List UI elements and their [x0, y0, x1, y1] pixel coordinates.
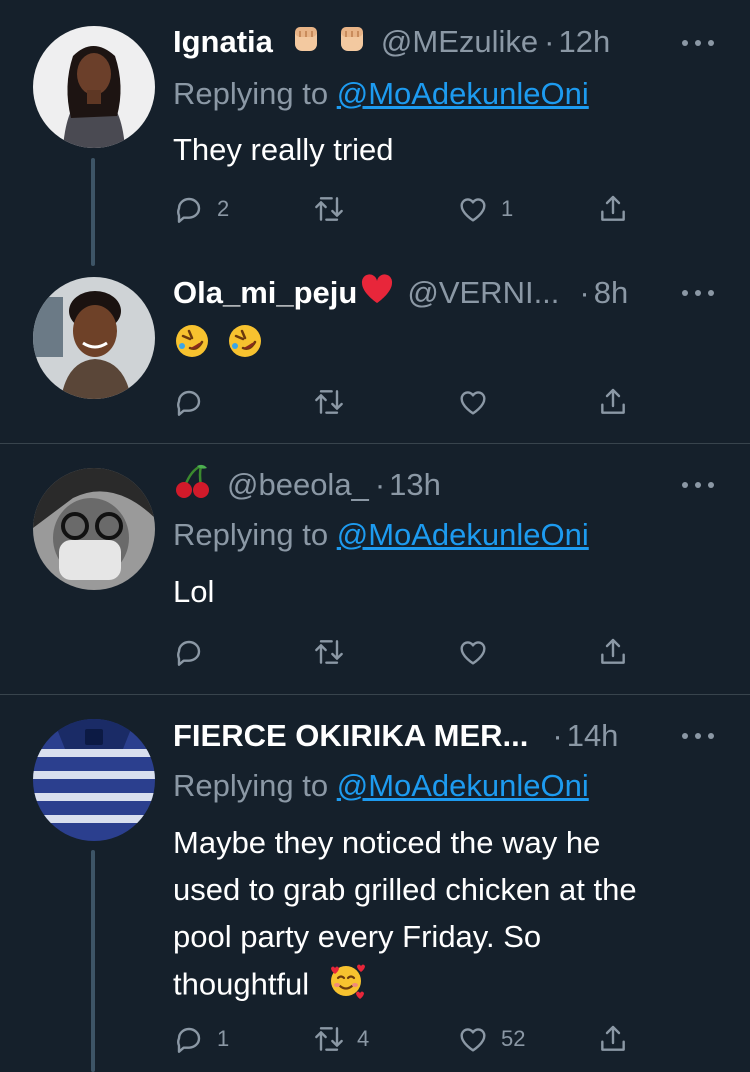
tweet-text: They really tried [173, 132, 394, 167]
retweet-icon [315, 1027, 343, 1051]
tweet-actions: 1 4 52 [173, 1021, 643, 1057]
replying-to: Replying to @MoAdekunleOni [173, 76, 589, 112]
retweet-icon [315, 197, 343, 221]
replying-to-label: Replying to [173, 768, 329, 803]
timestamp[interactable]: 13h [389, 467, 441, 503]
replying-to-link[interactable]: @MoAdekunleOni [337, 768, 589, 803]
like-icon [460, 1028, 486, 1052]
user-handle[interactable]: @MEzulike [381, 24, 538, 60]
replying-to-link[interactable]: @MoAdekunleOni [337, 76, 589, 111]
like-count: 1 [501, 196, 514, 221]
smiling-face-with-hearts-icon [326, 960, 366, 1013]
raised-fist-icon [289, 21, 323, 63]
reply-button[interactable]: 2 [173, 191, 229, 227]
reply-icon [177, 390, 201, 416]
reply-count: 2 [217, 196, 230, 221]
reply-icon [177, 197, 201, 223]
replying-to: Replying to @MoAdekunleOni [173, 517, 589, 553]
timestamp[interactable]: 12h [558, 24, 610, 60]
tweet-header: Ola_mi_peju @VERNI... · 8h [173, 273, 710, 313]
tweet-text-line: pool party every Friday. So [173, 919, 542, 954]
replying-to-link[interactable]: @MoAdekunleOni [337, 517, 589, 552]
rolling-laughing-icon [173, 322, 211, 373]
more-options-icon[interactable] [682, 731, 716, 741]
tweet-text [173, 322, 733, 373]
tweet[interactable]: Ola_mi_peju @VERNI... · 8h [0, 268, 750, 443]
share-icon [601, 195, 625, 221]
timestamp[interactable]: 14h [567, 718, 619, 754]
separator-dot: · [544, 24, 555, 59]
tweet-header: Ignatia @MEzulike · 12h [173, 22, 710, 62]
like-button[interactable] [457, 634, 489, 670]
like-icon [460, 391, 486, 415]
tweet-header: @beeola_ · 13h [173, 462, 710, 508]
user-handle[interactable]: @beeola_ [227, 467, 369, 503]
tweet-header: FIERCE OKIRIKA MER... · 14h [173, 716, 710, 756]
separator-dot: · [552, 718, 563, 753]
avatar[interactable] [33, 468, 155, 590]
separator-dot: · [374, 467, 386, 502]
avatar[interactable] [33, 277, 155, 399]
avatar[interactable] [33, 719, 155, 841]
tweet-text: Maybe they noticed the way he used to gr… [173, 819, 733, 1013]
replying-to-label: Replying to [173, 76, 329, 111]
tweet-text-line: thoughtful [173, 966, 310, 1002]
like-icon [460, 198, 486, 222]
like-button[interactable] [457, 384, 489, 420]
share-button[interactable] [597, 1021, 629, 1057]
cherries-icon [173, 462, 213, 508]
reply-button[interactable]: 1 [173, 1021, 229, 1057]
like-button[interactable]: 52 [457, 1021, 525, 1057]
retweet-button[interactable] [313, 191, 345, 227]
display-name[interactable]: FIERCE OKIRIKA MER... [173, 718, 528, 754]
share-icon [601, 388, 625, 414]
red-heart-icon [359, 272, 395, 314]
tweet[interactable]: Ignatia @MEzulike · 12h Replying to @MoA… [0, 0, 750, 268]
tweet-text-line: Maybe they noticed the way he [173, 825, 601, 860]
reply-count: 1 [217, 1026, 230, 1051]
like-icon [460, 641, 486, 665]
more-options-icon[interactable] [682, 38, 716, 48]
reply-button[interactable] [173, 384, 205, 420]
retweet-button[interactable]: 4 [313, 1021, 369, 1057]
like-button[interactable]: 1 [457, 191, 513, 227]
share-icon [601, 638, 625, 664]
retweet-icon [315, 390, 343, 414]
retweet-button[interactable] [313, 634, 345, 670]
retweet-icon [315, 640, 343, 664]
avatar[interactable] [33, 26, 155, 148]
display-name[interactable]: Ola_mi_peju [173, 275, 357, 311]
replying-to: Replying to @MoAdekunleOni [173, 768, 589, 804]
share-icon [601, 1025, 625, 1051]
more-options-icon[interactable] [682, 480, 716, 490]
tweet-actions [173, 634, 643, 670]
separator-dot: · [579, 275, 590, 310]
tweet-text: Lol [173, 574, 215, 609]
raised-fist-icon [335, 21, 369, 63]
tweet-text-line-last: thoughtful [173, 960, 733, 1013]
reply-icon [177, 1027, 201, 1053]
like-count: 52 [501, 1026, 526, 1051]
tweet-actions [173, 384, 643, 420]
reply-icon [177, 640, 201, 666]
timestamp[interactable]: 8h [594, 275, 628, 311]
retweet-count: 4 [357, 1026, 370, 1051]
rolling-laughing-icon [226, 322, 264, 373]
display-name[interactable]: Ignatia [173, 24, 273, 60]
tweet[interactable]: FIERCE OKIRIKA MER... · 14h Replying to … [0, 695, 750, 1072]
tweet-text-line: used to grab grilled chicken at the [173, 872, 637, 907]
retweet-button[interactable] [313, 384, 345, 420]
user-handle[interactable]: @VERNI... [407, 275, 559, 311]
reply-button[interactable] [173, 634, 205, 670]
more-options-icon[interactable] [682, 288, 716, 298]
tweet-actions: 2 1 [173, 191, 643, 227]
share-button[interactable] [597, 634, 629, 670]
tweet[interactable]: @beeola_ · 13h Replying to @MoAdekunleOn… [0, 444, 750, 693]
share-button[interactable] [597, 191, 629, 227]
replying-to-label: Replying to [173, 517, 329, 552]
share-button[interactable] [597, 384, 629, 420]
